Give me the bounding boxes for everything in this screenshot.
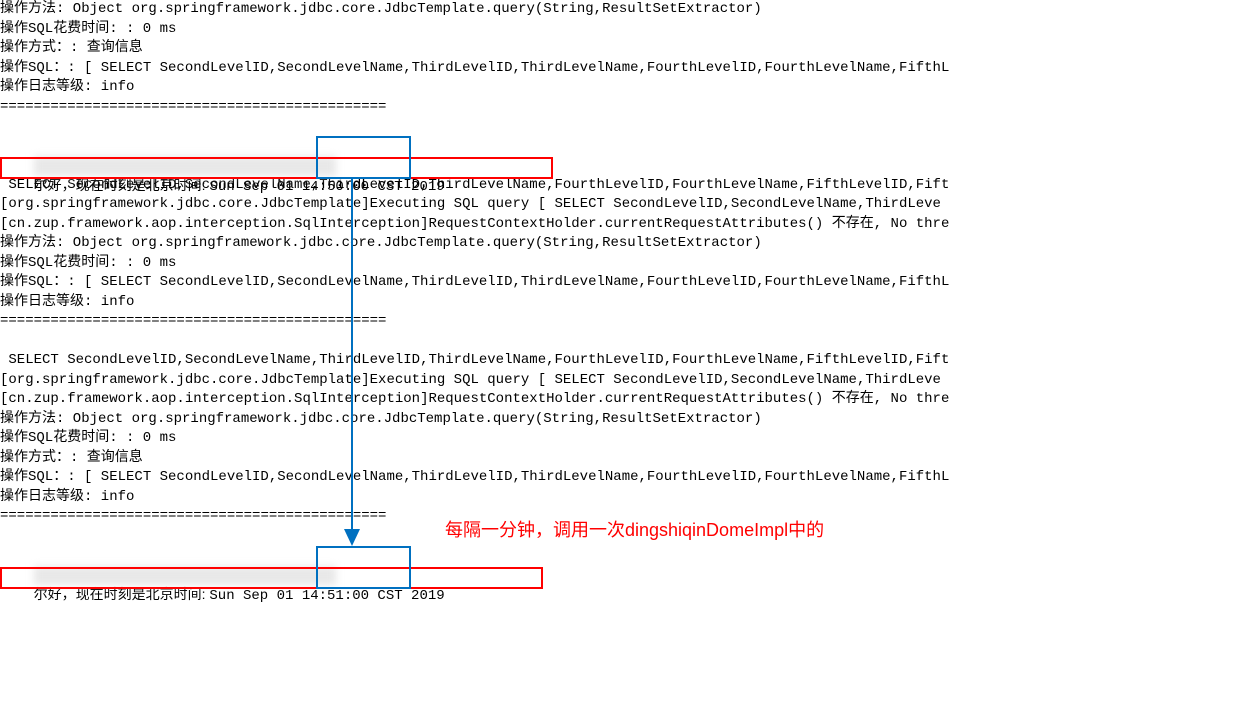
log-line: 操作方法: Object org.springframework.jdbc.co… <box>0 0 1239 20</box>
log-line: 操作SQL花费时间: : 0 ms <box>0 429 1239 449</box>
log-line: [cn.zup.framework.aop.interception.SqlIn… <box>0 390 1239 410</box>
blurred-line <box>0 546 1239 566</box>
log-output: 操作方法: Object org.springframework.jdbc.co… <box>0 0 1239 585</box>
log-line: 操作SQL：: [ SELECT SecondLevelID,SecondLev… <box>0 59 1239 79</box>
log-line: [org.springframework.jdbc.core.JdbcTempl… <box>0 195 1239 215</box>
log-line: ========================================… <box>0 312 1239 332</box>
log-line <box>0 332 1239 352</box>
log-line: SELECT SecondLevelID,SecondLevelName,Thi… <box>0 351 1239 371</box>
highlight-box-red-2 <box>0 567 543 589</box>
log-line: [org.springframework.jdbc.core.JdbcTempl… <box>0 371 1239 391</box>
log-line: 操作SQL：: [ SELECT SecondLevelID,SecondLev… <box>0 468 1239 488</box>
log-line: 操作SQL：: [ SELECT SecondLevelID,SecondLev… <box>0 273 1239 293</box>
log-line: 操作方式：: 查询信息 <box>0 39 1239 59</box>
blurred-line <box>0 137 1239 157</box>
timestamp-date: Sun Sep 01 <box>209 588 301 604</box>
log-line: 操作SQL花费时间: : 0 ms <box>0 254 1239 274</box>
highlight-box-red-1 <box>0 157 553 179</box>
highlight-box-blue-2 <box>316 546 411 589</box>
log-line: 操作方法: Object org.springframework.jdbc.co… <box>0 410 1239 430</box>
highlight-box-blue-1 <box>316 136 411 179</box>
log-line: [cn.zup.framework.aop.interception.SqlIn… <box>0 215 1239 235</box>
log-line: 操作方式：: 查询信息 <box>0 449 1239 469</box>
log-line: 操作方法: Object org.springframework.jdbc.co… <box>0 234 1239 254</box>
log-line <box>0 117 1239 137</box>
timestamp-suffix: CST 2019 <box>369 588 445 604</box>
log-line: 操作SQL花费时间: : 0 ms <box>0 20 1239 40</box>
log-line: 操作日志等级: info <box>0 293 1239 313</box>
log-line: ========================================… <box>0 98 1239 118</box>
annotation-text: 每隔一分钟，调用一次dingshiqinDomeImpl中的 <box>445 518 824 543</box>
log-line: 操作日志等级: info <box>0 488 1239 508</box>
log-line: 操作日志等级: info <box>0 78 1239 98</box>
timestamp-time: 14:51:00 <box>302 588 369 604</box>
